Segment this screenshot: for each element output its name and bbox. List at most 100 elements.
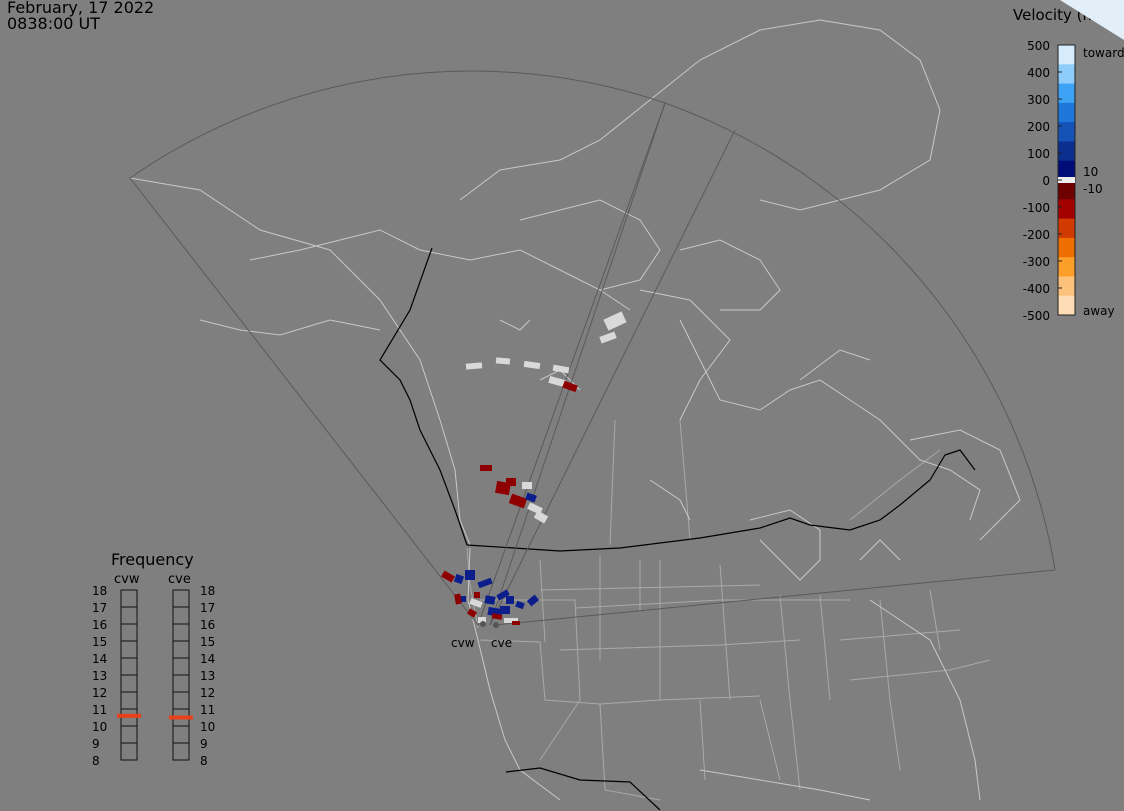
colorbar-pos10-label: 10	[1083, 165, 1098, 179]
frequency-tick-label: 16	[200, 618, 215, 632]
colorbar-tick-label: -100	[1023, 201, 1050, 215]
map-canvas: cvw cve Velocity (m/s) 5004003002001000-…	[92, 0, 1124, 811]
frequency-box	[120, 640, 138, 659]
frequency-title: Frequency	[111, 550, 194, 569]
radar-fov	[129, 70, 1056, 627]
frequency-box	[120, 691, 138, 710]
frequency-box	[120, 742, 138, 761]
colorbar-neg10-label: -10	[1083, 182, 1103, 196]
frequency-box	[120, 606, 138, 625]
frequency-box	[172, 623, 190, 642]
country-borders	[379, 247, 976, 811]
frequency-box	[172, 640, 190, 659]
scatter-cell-away	[562, 380, 578, 393]
frequency-tick-label: 14	[200, 652, 215, 666]
scatter-cell-away	[506, 478, 516, 486]
frequency-marker-cve	[169, 715, 193, 720]
colorbar-swatch	[1058, 237, 1075, 258]
frequency-tick-label: 12	[200, 686, 215, 700]
scatter-cell-toward	[453, 573, 465, 585]
frequency-tick-label: 10	[92, 720, 107, 734]
colorbar-swatch	[1058, 122, 1075, 142]
scatter-cell-away	[512, 621, 520, 625]
colorbar-tick-label: -300	[1023, 255, 1050, 269]
frequency-box	[120, 657, 138, 676]
scatter-cell-toward	[506, 596, 514, 604]
scatter-cell-ground	[603, 311, 627, 331]
colorbar-swatch	[1058, 218, 1075, 239]
frequency-box	[172, 725, 190, 744]
frequency-tick-label: 15	[200, 635, 215, 649]
scatter-cell-ground	[495, 357, 511, 365]
frequency-box	[172, 674, 190, 693]
scatter-cell-toward	[525, 492, 537, 503]
colorbar-tick-label: 300	[1027, 93, 1050, 107]
state-boundaries	[466, 419, 991, 801]
frequency-box	[172, 691, 190, 710]
frequency-box	[172, 742, 190, 761]
colorbar-tick-label: -500	[1023, 309, 1050, 323]
frequency-box	[120, 674, 138, 693]
colorbar-swatch	[1058, 295, 1075, 316]
colorbar-tick-label: 100	[1027, 147, 1050, 161]
colorbar-toward-label: toward	[1083, 46, 1124, 60]
frequency-marker-cvw	[117, 713, 141, 718]
scatter-cell-away	[454, 593, 462, 605]
colorbar-swatch	[1058, 276, 1075, 297]
colorbar-tick-label: -400	[1023, 282, 1050, 296]
frequency-tick-label: 14	[92, 652, 107, 666]
scatter-cell-ground	[465, 362, 483, 370]
frequency-col-cvw: cvw	[114, 572, 140, 587]
frequency-tick-label: 18	[92, 584, 107, 598]
radar-velocity-map: February, 17 2022 0838:00 UT cvw cve Vel…	[0, 0, 1124, 811]
frequency-tick-label: 10	[200, 720, 215, 734]
colorbar-swatch	[1058, 102, 1075, 123]
colorbar-tick-label: -200	[1023, 228, 1050, 242]
frequency-panel: Frequency cvw cve 18 17 16 15 14 13 12 11 10 9 8 18…	[92, 550, 215, 768]
scatter-cell-ground	[523, 360, 541, 370]
colorbar-tick-label: 400	[1027, 66, 1050, 80]
frequency-col-cve: cve	[168, 572, 191, 587]
scatter-cell-away	[480, 465, 492, 471]
colorbar-tick-label: 500	[1027, 39, 1050, 53]
scatter-cell-ground	[599, 331, 617, 344]
frequency-tick-label: 15	[92, 635, 107, 649]
frequency-box	[172, 589, 190, 608]
colorbar-swatch	[1058, 199, 1075, 220]
frequency-tick-label: 9	[200, 737, 208, 751]
frequency-box	[172, 606, 190, 625]
frequency-tick-label: 11	[200, 703, 215, 717]
scatter-cell-toward	[526, 594, 540, 607]
frequency-tick-label: 8	[92, 754, 100, 768]
frequency-tick-label: 18	[200, 584, 215, 598]
colorbar-tick-label: 200	[1027, 120, 1050, 134]
frequency-tick-label: 13	[92, 669, 107, 683]
colorbar-swatch	[1058, 64, 1075, 85]
colorbar-swatch	[1058, 45, 1075, 65]
frequency-tick-label: 11	[92, 703, 107, 717]
frequency-tick-label: 8	[200, 754, 208, 768]
radar-sites: cvw cve	[451, 621, 512, 650]
colorbar-swatch	[1058, 141, 1075, 162]
radar-site-cve	[493, 622, 499, 628]
radar-site-cvw	[480, 621, 486, 627]
radar-label-cvw: cvw	[451, 636, 475, 650]
frequency-tick-label: 17	[200, 601, 215, 615]
frequency-tick-label: 13	[200, 669, 215, 683]
frequency-box	[172, 657, 190, 676]
velocity-colorbar: Velocity (m/s) 5004003002001000-100-200-…	[1013, 0, 1124, 323]
coastlines	[129, 19, 1021, 801]
radar-label-cve: cve	[491, 636, 512, 650]
scatter-cell-toward	[477, 577, 493, 589]
frequency-tick-label: 9	[92, 737, 100, 751]
colorbar-swatch	[1058, 257, 1075, 277]
frequency-boxes: 18 17 16 15 14 13 12 11 10 9 8 18 17 16 15 14 13 12 11 10 9 8	[92, 584, 215, 768]
colorbar-swatch	[1058, 83, 1075, 104]
colorbar-tick-label: 0	[1042, 174, 1050, 188]
frequency-box	[120, 725, 138, 744]
frequency-tick-label: 16	[92, 618, 107, 632]
frequency-box	[120, 623, 138, 642]
frequency-tick-label: 17	[92, 601, 107, 615]
frequency-box	[120, 589, 138, 608]
scatter-cell-toward	[515, 600, 525, 610]
